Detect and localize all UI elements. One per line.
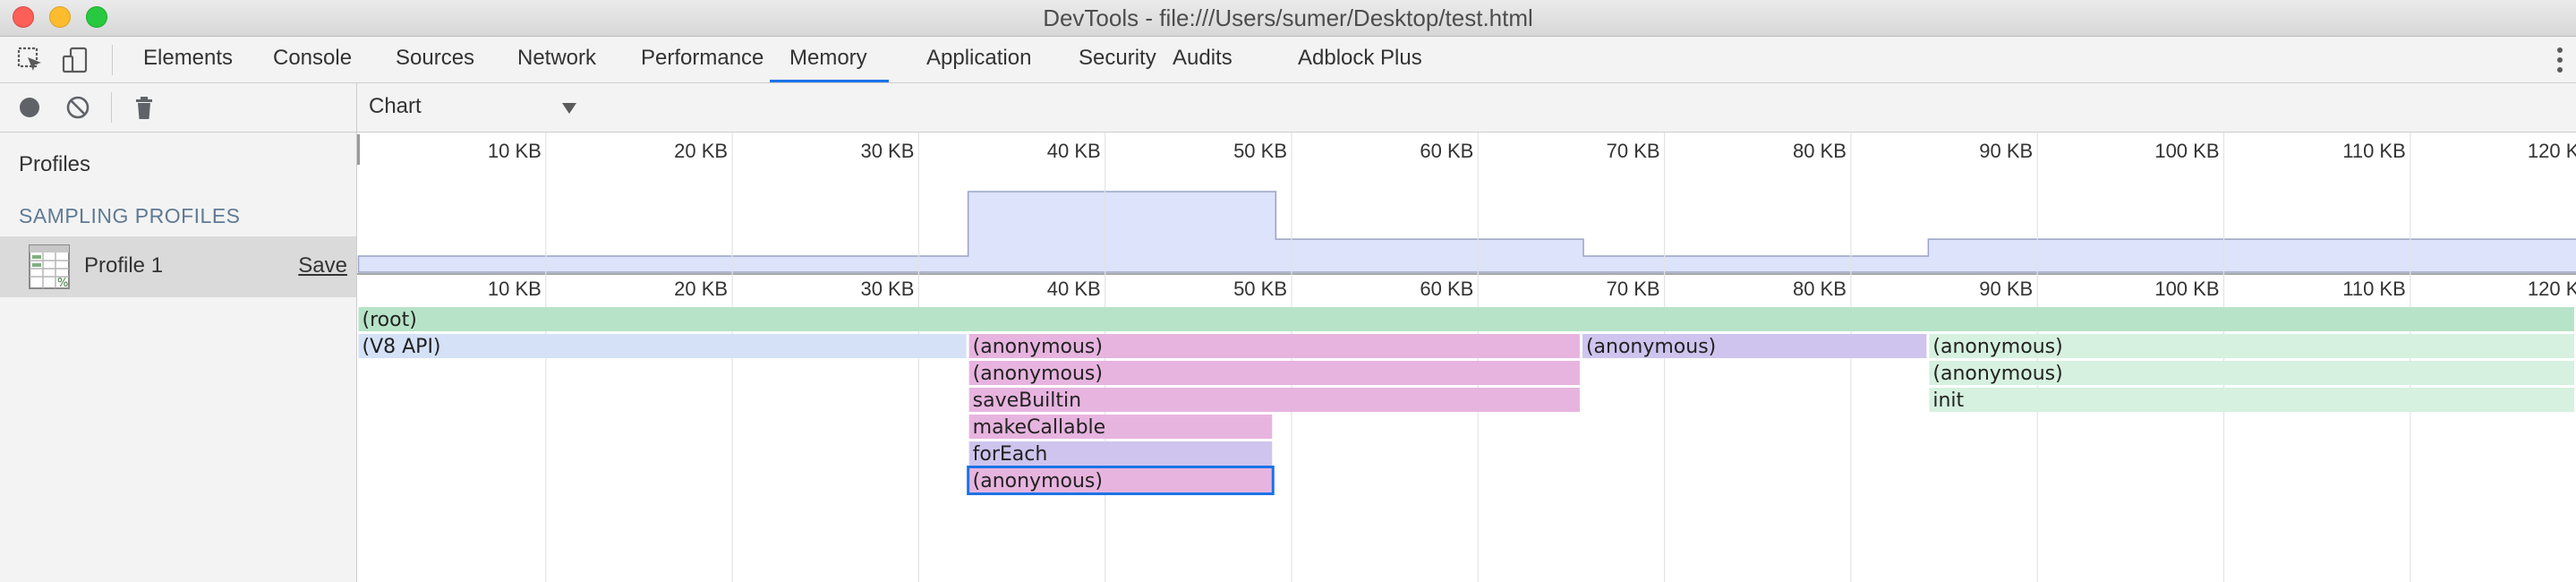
overview-tick-label: 100 KB bbox=[2154, 140, 2219, 162]
toolbar-divider bbox=[111, 92, 112, 123]
flame-frame-bar bbox=[358, 307, 2574, 331]
flame-frame[interactable]: (anonymous) bbox=[967, 466, 1275, 495]
clear-icon[interactable] bbox=[64, 94, 91, 121]
trash-icon[interactable] bbox=[131, 94, 158, 121]
flame-frame-label: makeCallable bbox=[973, 416, 1106, 439]
tab-sources[interactable]: Sources bbox=[396, 37, 474, 82]
overview-tick-label: 110 KB bbox=[2342, 140, 2406, 162]
flame-tick-label: 10 KB bbox=[488, 278, 542, 300]
flame-frame-bar bbox=[1929, 388, 2574, 412]
flame-frame[interactable]: (anonymous) bbox=[968, 361, 1580, 385]
tab-performance[interactable]: Performance bbox=[641, 37, 763, 82]
overview-tick-label: 20 KB bbox=[674, 140, 728, 162]
tab-console[interactable]: Console bbox=[273, 37, 352, 82]
overview-tick-label: 90 KB bbox=[1979, 140, 2033, 162]
sidebar-divider bbox=[356, 83, 357, 132]
flame-chart-svg[interactable]: 10 KB 10 KB 20 KB 20 KB 30 KB 30 KB 40 KB 40 KB… bbox=[357, 133, 2576, 582]
flame-frame-label: (anonymous) bbox=[973, 470, 1103, 492]
overview-tick-label: 120 KB bbox=[2528, 140, 2576, 162]
overview-tick-label: 10 KB bbox=[488, 140, 542, 162]
save-profile-link[interactable]: Save bbox=[298, 236, 347, 295]
flame-tick-label: 90 KB bbox=[1979, 278, 2033, 300]
tab-memory[interactable]: Memory bbox=[770, 37, 889, 82]
flame-tick-label: 120 KB bbox=[2528, 278, 2576, 300]
window-title-bar: DevTools - file:///Users/sumer/Desktop/t… bbox=[0, 0, 2576, 37]
flame-tick-label: 100 KB bbox=[2154, 278, 2219, 300]
profile-name[interactable]: Profile 1 bbox=[84, 236, 163, 295]
tab-elements[interactable]: Elements bbox=[143, 37, 233, 82]
memory-flame-chart[interactable]: 10 KB 10 KB 20 KB 20 KB 30 KB 30 KB 40 KB 40 KB… bbox=[357, 133, 2576, 582]
flame-frame-label: (anonymous) bbox=[1932, 363, 2062, 385]
tab-network[interactable]: Network bbox=[517, 37, 596, 82]
tab-adblock-plus[interactable]: Adblock Plus bbox=[1298, 37, 1422, 82]
flame-frame-label: (anonymous) bbox=[1932, 336, 2062, 358]
profiles-heading: Profiles bbox=[19, 152, 91, 176]
inspect-element-icon[interactable] bbox=[16, 46, 45, 74]
record-icon[interactable] bbox=[16, 94, 43, 121]
toolbar-divider bbox=[112, 45, 113, 75]
flame-tick-label: 110 KB bbox=[2342, 278, 2406, 300]
svg-text:%: % bbox=[57, 277, 68, 289]
overview-tick-label: 70 KB bbox=[1607, 140, 1660, 162]
profile-icon: % bbox=[29, 244, 70, 289]
allocation-overview-area bbox=[357, 191, 2576, 273]
flame-frame[interactable]: (anonymous) bbox=[1929, 334, 2574, 358]
profile-list-item[interactable]: % Profile 1 Save bbox=[0, 236, 356, 297]
flame-frame[interactable]: makeCallable bbox=[968, 415, 1273, 439]
flame-frame-label: (root) bbox=[363, 309, 417, 331]
device-toolbar-icon[interactable] bbox=[61, 46, 90, 74]
overview-tick-label: 30 KB bbox=[860, 140, 914, 162]
flame-tick-label: 60 KB bbox=[1420, 278, 1473, 300]
overview-tick-label: 80 KB bbox=[1793, 140, 1847, 162]
flame-frame[interactable]: (anonymous) bbox=[968, 334, 1580, 358]
flame-frame-label: forEach bbox=[973, 443, 1048, 466]
flame-tick-label: 20 KB bbox=[674, 278, 728, 300]
flame-frame-label: init bbox=[1932, 389, 1964, 412]
flame-frame-bar bbox=[358, 334, 967, 358]
flame-frame[interactable]: (anonymous) bbox=[1582, 334, 1927, 358]
flame-frame-label: (anonymous) bbox=[973, 336, 1103, 358]
overview-tick-label: 40 KB bbox=[1047, 140, 1101, 162]
view-mode-value: Chart bbox=[369, 94, 422, 118]
flame-tick-label: 70 KB bbox=[1607, 278, 1660, 300]
flame-frame[interactable]: (root) bbox=[358, 307, 2575, 331]
flame-tick-label: 80 KB bbox=[1793, 278, 1847, 300]
sampling-profiles-heading: SAMPLING PROFILES bbox=[19, 204, 241, 227]
flame-frame-label: (anonymous) bbox=[973, 363, 1103, 385]
more-options-icon[interactable] bbox=[2556, 47, 2563, 74]
flame-frame-label: (V8 API) bbox=[363, 336, 441, 358]
profiles-sidebar: Profiles SAMPLING PROFILES % Profile 1 S… bbox=[0, 133, 357, 582]
profiler-toolbar: Chart bbox=[0, 83, 2576, 133]
flame-frame-label: saveBuiltin bbox=[973, 389, 1081, 412]
tab-security[interactable]: Security bbox=[1079, 37, 1156, 82]
flame-tick-label: 50 KB bbox=[1233, 278, 1287, 300]
tab-audits[interactable]: Audits bbox=[1173, 37, 1233, 82]
flame-tick-label: 30 KB bbox=[860, 278, 914, 300]
flame-frame[interactable]: forEach bbox=[968, 441, 1273, 466]
flame-frame[interactable]: init bbox=[1929, 388, 2574, 412]
window-title: DevTools - file:///Users/sumer/Desktop/t… bbox=[1043, 4, 1533, 31]
flame-frame[interactable]: (anonymous) bbox=[1929, 361, 2574, 385]
flame-frame[interactable]: saveBuiltin bbox=[968, 388, 1580, 412]
overview-tick-label: 50 KB bbox=[1233, 140, 1287, 162]
devtools-tab-bar: Elements Console Sources Network Performance… bbox=[0, 37, 2576, 83]
flame-frame[interactable]: (V8 API) bbox=[358, 334, 967, 358]
view-mode-select[interactable]: Chart bbox=[369, 90, 584, 123]
flame-frame-label: (anonymous) bbox=[1586, 336, 1716, 358]
overview-tick-label: 60 KB bbox=[1420, 140, 1473, 162]
overview-left-handle bbox=[357, 134, 360, 165]
tab-application[interactable]: Application bbox=[926, 37, 1031, 82]
chevron-down-icon bbox=[562, 103, 576, 114]
flame-tick-label: 40 KB bbox=[1047, 278, 1101, 300]
